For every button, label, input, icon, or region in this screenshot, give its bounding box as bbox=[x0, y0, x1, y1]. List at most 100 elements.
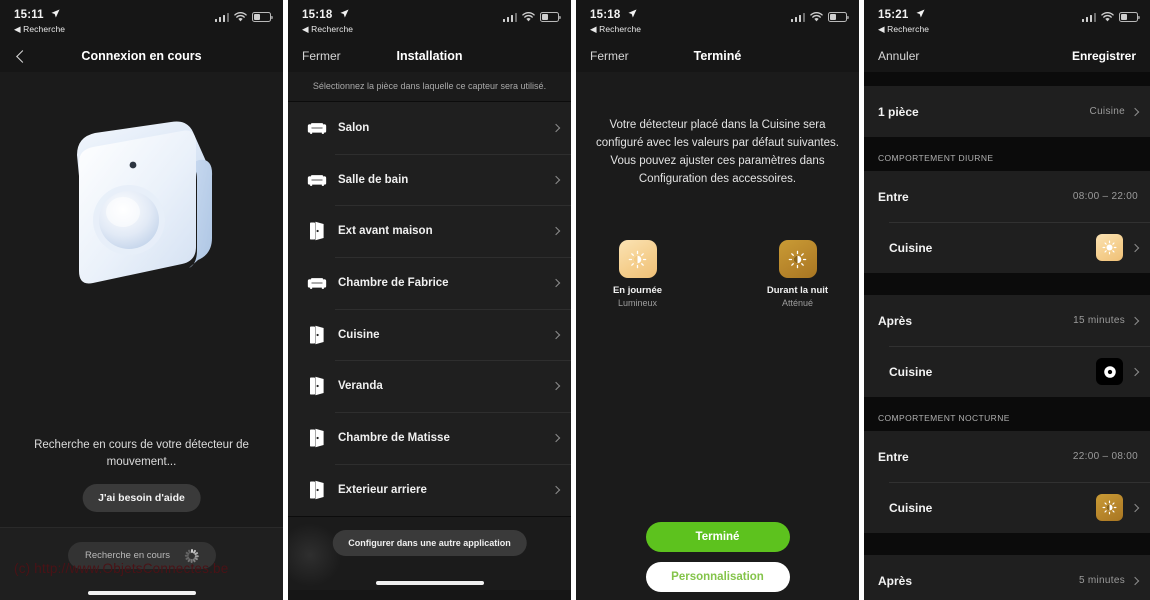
status-back-label: Recherche bbox=[599, 24, 642, 34]
cancel-button[interactable]: Annuler bbox=[878, 49, 919, 63]
chevron-right-icon bbox=[551, 433, 561, 443]
sun-bright-icon bbox=[618, 240, 657, 278]
room-setting-row[interactable]: 1 pièce Cuisine bbox=[864, 86, 1150, 137]
door-icon bbox=[302, 477, 332, 503]
configure-other-app-button[interactable]: Configurer dans une autre application bbox=[332, 529, 527, 556]
apres-row-diurne[interactable]: Après 15 minutes bbox=[864, 295, 1150, 346]
list-item[interactable]: Salon bbox=[288, 102, 571, 154]
settings-list: 1 pièce Cuisine COMPORTEMENT DIURNE Entr… bbox=[864, 72, 1150, 600]
status-back-label: Recherche bbox=[887, 24, 930, 34]
list-item[interactable]: Chambre de Fabrice bbox=[288, 257, 571, 309]
power-off-icon[interactable] bbox=[1096, 358, 1123, 385]
status-time: 15:11 bbox=[14, 9, 44, 21]
list-item[interactable]: Ext avant maison bbox=[288, 205, 571, 257]
phone-screen-settings: 15:21 ◀ Recherche Annuler Enregistrer 1 … bbox=[864, 0, 1150, 600]
panel3-body: Votre détecteur placé dans la Cuisine se… bbox=[576, 72, 859, 600]
list-item[interactable]: Exterieur arriere bbox=[288, 463, 571, 516]
mode-night[interactable]: Durant la nuit Atténué bbox=[752, 240, 844, 308]
sofa-icon bbox=[302, 270, 332, 296]
home-indicator[interactable] bbox=[375, 580, 484, 585]
home-indicator[interactable] bbox=[87, 591, 196, 595]
status-back-app[interactable]: ◀ Recherche bbox=[302, 24, 557, 35]
mode-day[interactable]: En journée Lumineux bbox=[592, 240, 684, 308]
nav-bar: Connexion en cours bbox=[0, 40, 283, 72]
location-arrow-icon bbox=[916, 9, 925, 21]
cellular-signal-icon bbox=[214, 12, 229, 22]
help-button[interactable]: J'ai besoin d'aide bbox=[82, 484, 201, 512]
nav-bar: Annuler Enregistrer bbox=[864, 40, 1150, 72]
summary-description: Votre détecteur placé dans la Cuisine se… bbox=[596, 119, 839, 185]
status-time: 15:18 bbox=[302, 9, 333, 21]
status-back-label: Recherche bbox=[23, 24, 66, 34]
phone-screen-installation: 15:18 ◀ Recherche Fermer Installation Sé… bbox=[288, 0, 571, 600]
room-list: Salon Salle de bain Ext avant maison Cha… bbox=[288, 102, 571, 516]
status-bar: 15:11 ◀ Recherche bbox=[0, 0, 283, 40]
chevron-right-icon bbox=[551, 485, 561, 494]
list-item[interactable]: Chambre de Matisse bbox=[288, 412, 571, 464]
close-button[interactable]: Fermer bbox=[590, 49, 629, 63]
panel1-body: Recherche en cours de votre détecteur de… bbox=[0, 72, 283, 600]
room-label: Ext avant maison bbox=[338, 225, 433, 238]
sun-dim-icon bbox=[778, 240, 817, 278]
battery-icon bbox=[1119, 12, 1140, 22]
room-label: Veranda bbox=[338, 380, 383, 393]
door-icon bbox=[302, 425, 332, 451]
save-button[interactable]: Enregistrer bbox=[1072, 49, 1136, 63]
cuisine-row-apres-diurne[interactable]: Cuisine bbox=[864, 346, 1150, 397]
location-arrow-icon bbox=[51, 9, 60, 21]
room-label: Cuisine bbox=[338, 328, 380, 341]
location-arrow-icon bbox=[340, 9, 349, 21]
status-back-app[interactable]: ◀ Recherche bbox=[590, 24, 845, 35]
close-button[interactable]: Fermer bbox=[302, 49, 341, 63]
cuisine-row-diurne[interactable]: Cuisine bbox=[864, 222, 1150, 273]
setting-value: Cuisine bbox=[1089, 106, 1125, 117]
search-status-text: Recherche en cours de votre détecteur de… bbox=[34, 439, 249, 468]
cuisine-row-nocturne[interactable]: Cuisine bbox=[864, 482, 1150, 533]
panel2-footer: Configurer dans une autre application bbox=[288, 515, 571, 590]
sofa-icon bbox=[302, 167, 332, 193]
status-indicators bbox=[502, 12, 561, 22]
mode-name: Durant la nuit bbox=[766, 285, 829, 296]
motion-sensor-3d-render bbox=[77, 121, 213, 284]
instruction-text: Sélectionnez la pièce dans laquelle ce c… bbox=[288, 72, 571, 102]
status-back-app[interactable]: ◀ Recherche bbox=[878, 24, 1136, 35]
device-illustration bbox=[0, 120, 283, 310]
entre-row-nocturne[interactable]: Entre 22:00 – 08:00 bbox=[864, 431, 1150, 482]
phone-screen-termine: 15:18 ◀ Recherche Fermer Terminé Votre d… bbox=[576, 0, 859, 600]
wifi-icon bbox=[1101, 12, 1114, 22]
list-item[interactable]: Cuisine bbox=[288, 308, 571, 361]
chevron-right-icon bbox=[551, 123, 561, 133]
list-item[interactable]: Salle de bain bbox=[288, 153, 571, 206]
setting-key: Cuisine bbox=[889, 500, 933, 515]
personalisation-button[interactable]: Personnalisation bbox=[645, 562, 790, 592]
status-indicators bbox=[1081, 12, 1140, 22]
chevron-right-icon bbox=[551, 226, 561, 236]
section-header-nocturne: COMPORTEMENT NOCTURNE bbox=[864, 397, 1150, 431]
chevron-right-icon bbox=[1130, 576, 1140, 585]
phone-screen-connexion: 15:11 ◀ Recherche Connexion en cours Rec… bbox=[0, 0, 283, 600]
nav-bar: Fermer Terminé bbox=[576, 40, 859, 72]
chevron-right-icon bbox=[1130, 503, 1140, 512]
apres-row-nocturne[interactable]: Après 5 minutes bbox=[864, 555, 1150, 600]
entre-row-diurne[interactable]: Entre 08:00 – 22:00 bbox=[864, 171, 1150, 222]
location-arrow-icon bbox=[628, 9, 637, 21]
cellular-signal-icon bbox=[502, 12, 517, 22]
chevron-right-icon bbox=[551, 382, 561, 391]
status-indicators bbox=[790, 12, 849, 22]
sun-bright-icon[interactable] bbox=[1096, 234, 1123, 261]
list-item[interactable]: Veranda bbox=[288, 360, 571, 412]
mode-sub: Atténué bbox=[781, 298, 814, 308]
battery-icon bbox=[252, 12, 273, 22]
status-back-app[interactable]: ◀ Recherche bbox=[14, 24, 269, 35]
cellular-signal-icon bbox=[790, 12, 805, 22]
setting-value: 5 minutes bbox=[1078, 575, 1125, 586]
chevron-right-icon bbox=[1130, 243, 1140, 252]
done-button[interactable]: Terminé bbox=[645, 522, 790, 552]
room-label: Chambre de Matisse bbox=[338, 431, 450, 444]
room-label: Salon bbox=[338, 121, 370, 134]
room-label: Exterieur arriere bbox=[338, 483, 427, 496]
status-indicators bbox=[214, 12, 273, 22]
chevron-right-icon bbox=[1130, 107, 1140, 116]
sun-dim-icon[interactable] bbox=[1096, 494, 1123, 521]
chevron-right-icon bbox=[1130, 316, 1140, 325]
